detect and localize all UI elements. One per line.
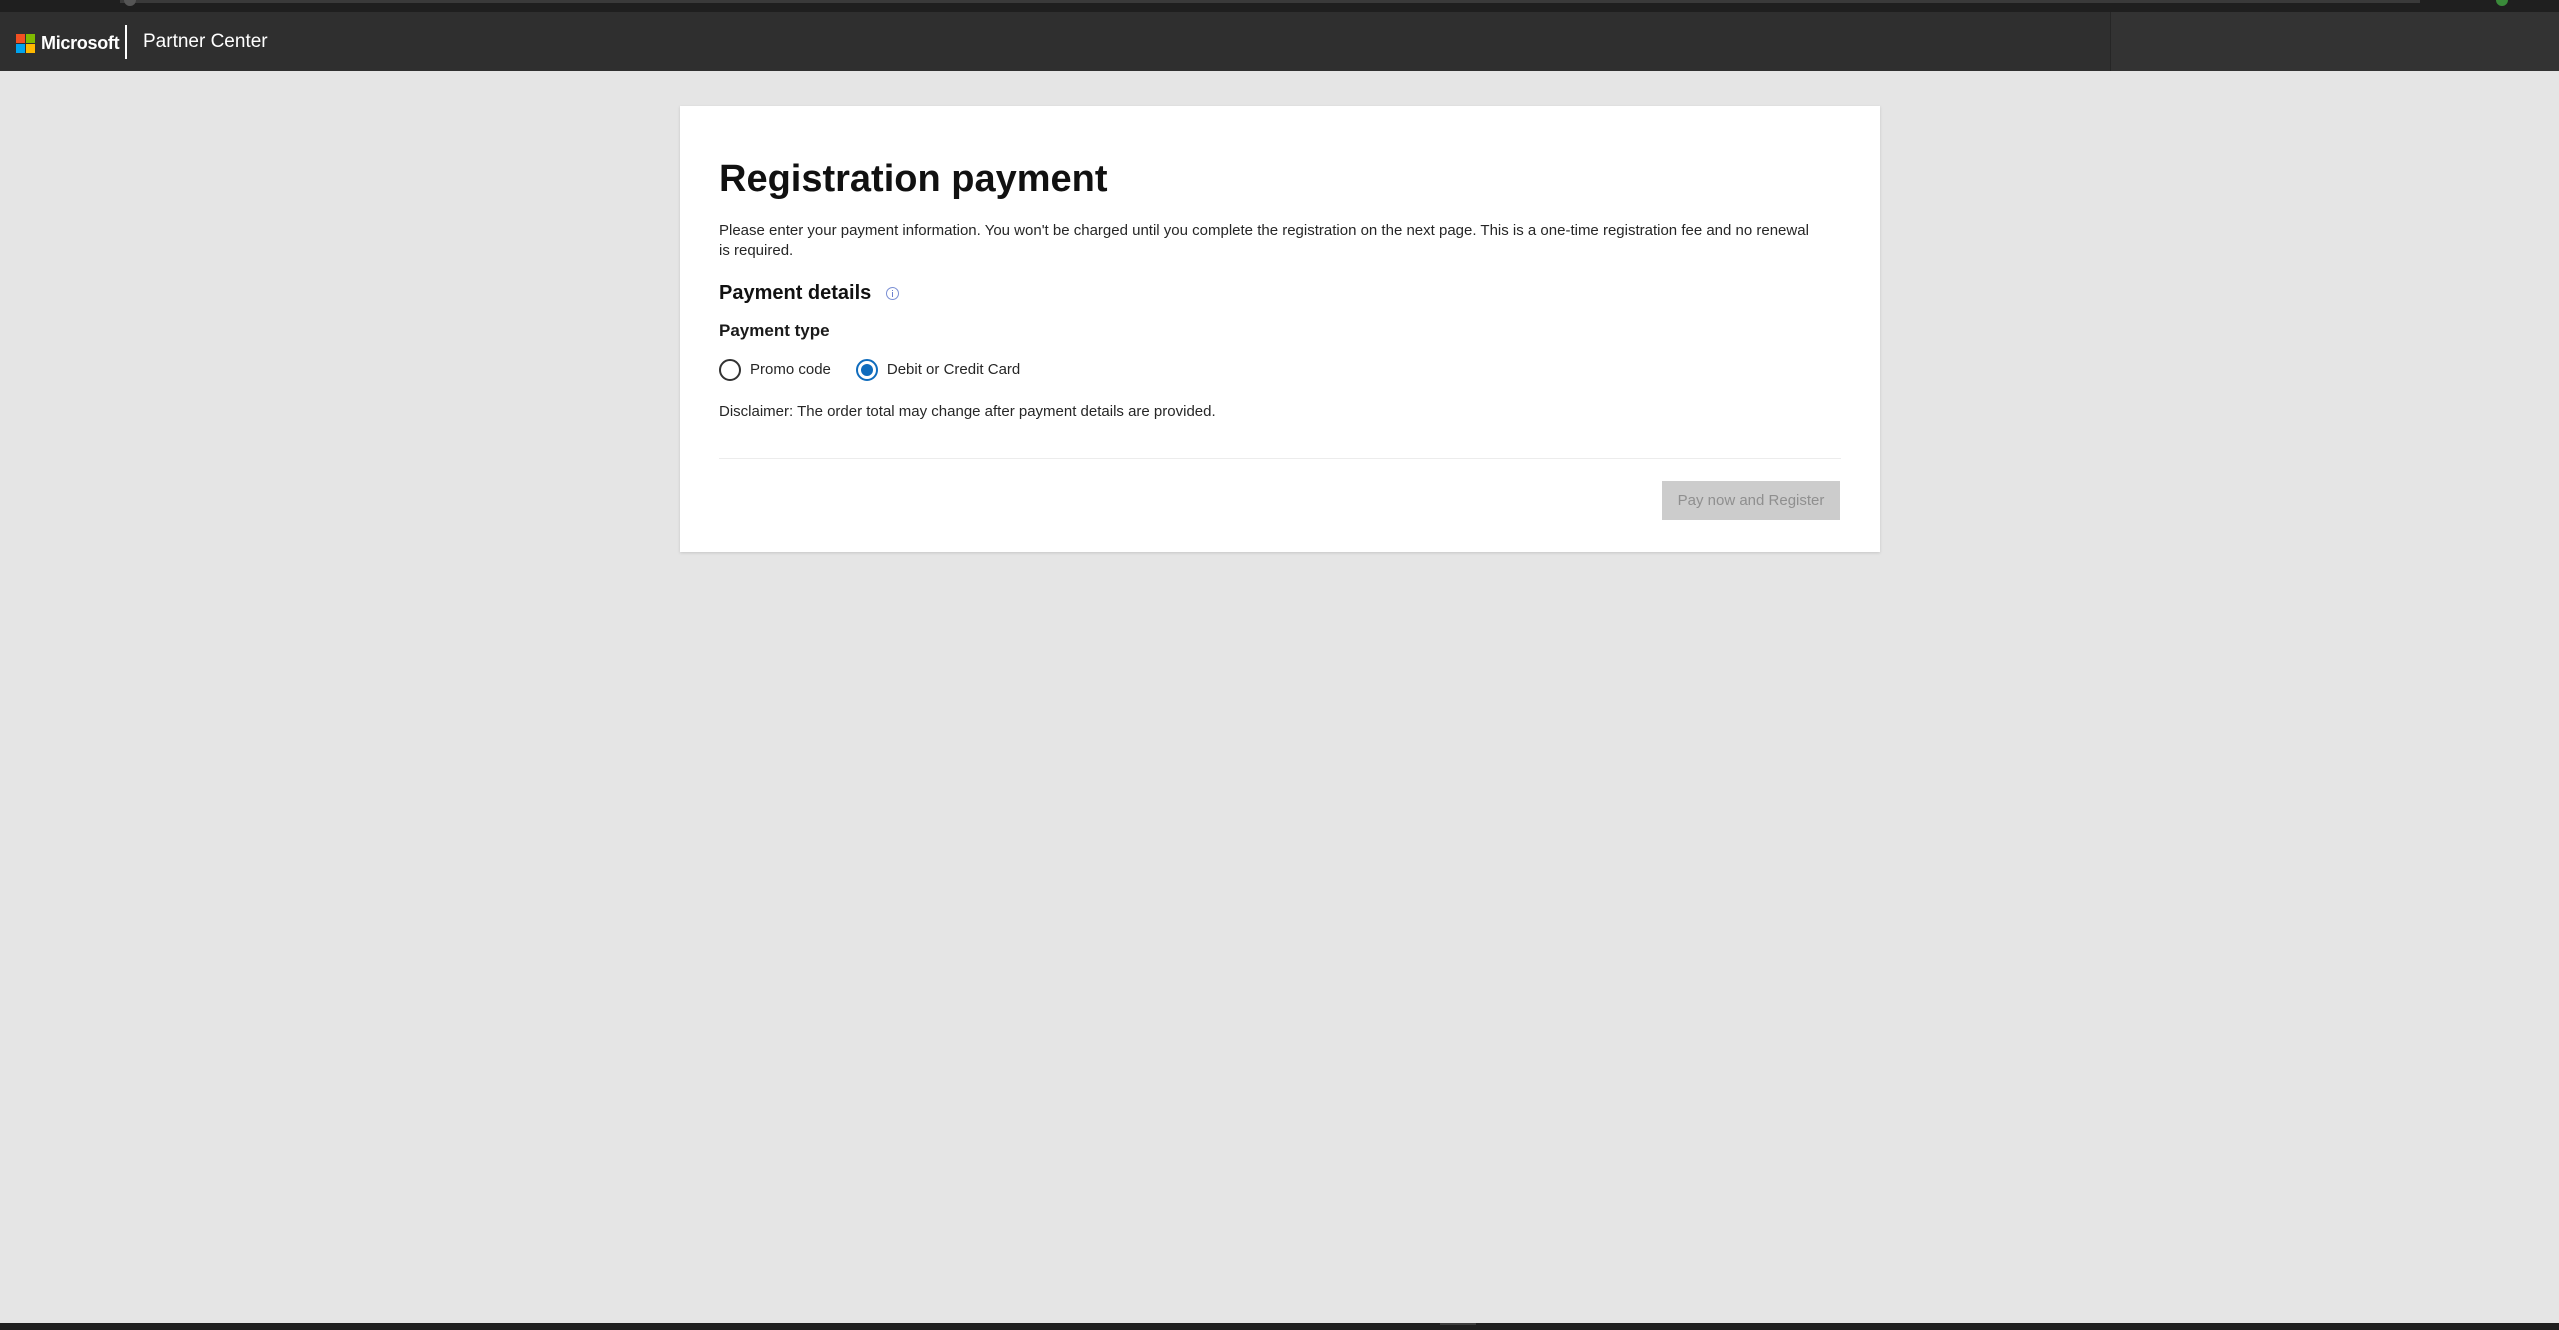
info-icon[interactable] — [886, 286, 900, 300]
browser-tab-strip — [120, 0, 2420, 3]
microsoft-wordmark: Microsoft — [41, 33, 120, 53]
radio-debit-credit-card[interactable]: Debit or Credit Card — [855, 359, 1021, 381]
section-title: Payment details — [719, 282, 872, 304]
pay-now-register-button[interactable]: Pay now and Register — [1662, 481, 1840, 520]
registration-payment-card: Registration payment Please enter your p… — [680, 106, 1880, 552]
taskbar-indicator — [1440, 1323, 1476, 1325]
payment-type-radio-group: Promo code Debit or Credit Card — [719, 359, 1045, 381]
page-title: Registration payment — [719, 158, 1108, 200]
card-divider — [719, 458, 1841, 459]
radio-label-promo-code: Promo code — [750, 361, 831, 378]
tab-dot-icon — [124, 0, 136, 6]
payment-type-label: Payment type — [719, 321, 830, 340]
microsoft-logo-icon — [16, 34, 35, 53]
radio-unchecked-icon[interactable] — [719, 359, 741, 381]
payment-details-heading: Payment details — [719, 279, 900, 307]
browser-top-strip — [0, 0, 2559, 12]
radio-checked-icon[interactable] — [855, 359, 878, 381]
radio-promo-code[interactable]: Promo code — [719, 359, 831, 381]
partner-center-header: Microsoft Partner Center — [0, 12, 2559, 71]
product-name-link[interactable]: Partner Center — [143, 30, 268, 54]
status-dot-icon — [2496, 0, 2508, 6]
header-right-region — [2110, 12, 2559, 71]
disclaimer-text: Disclaimer: The order total may change a… — [719, 403, 1216, 420]
header-divider — [125, 25, 127, 59]
intro-text: Please enter your payment information. Y… — [719, 222, 1809, 259]
microsoft-logo[interactable]: Microsoft — [16, 33, 120, 54]
radio-label-debit-credit-card: Debit or Credit Card — [886, 361, 1021, 378]
taskbar-edge — [0, 1323, 2559, 1330]
